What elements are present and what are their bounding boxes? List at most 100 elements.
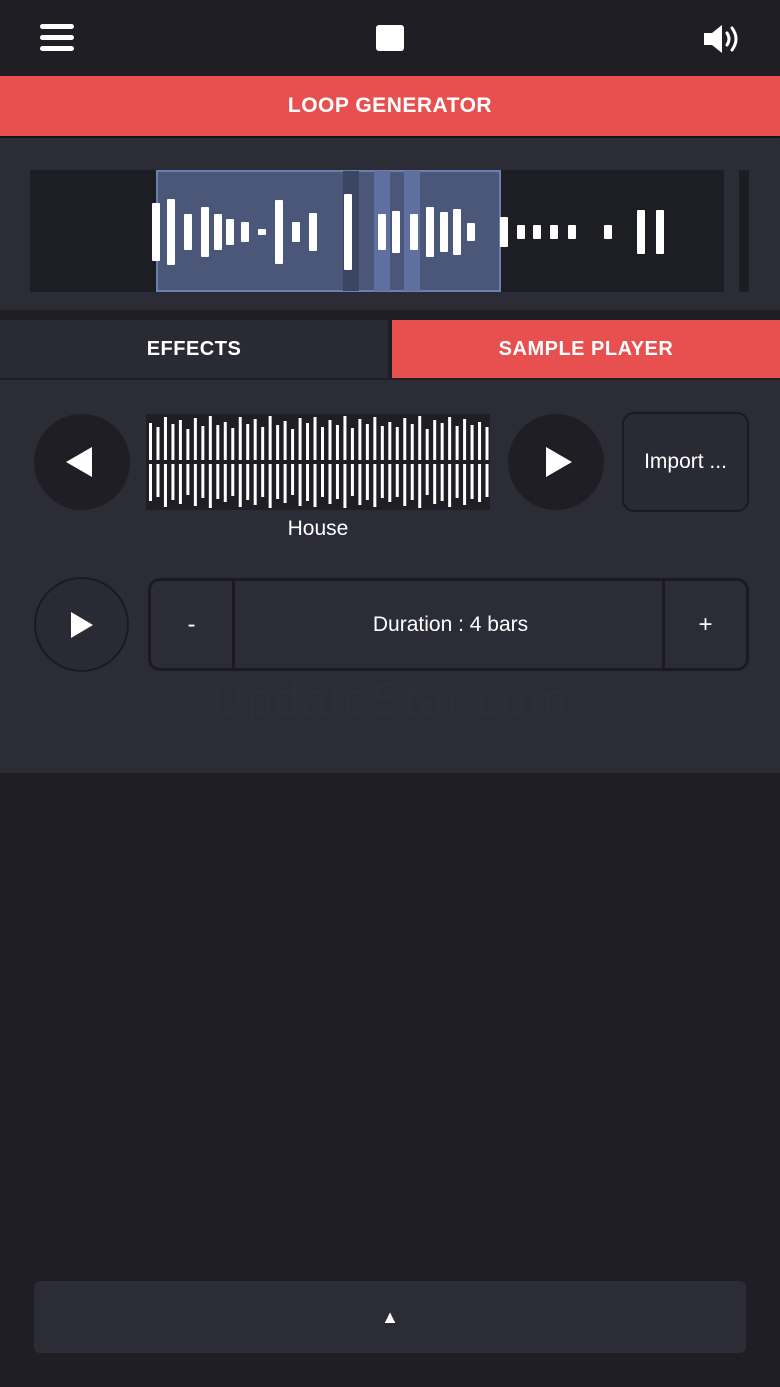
sample-wave-bar [201,426,205,460]
overview-bar [453,209,461,255]
expand-arrow-icon: ▲ [381,1306,399,1327]
header-title: LOOP GENERATOR [287,94,493,117]
sample-wave-bar [291,429,295,460]
sample-wave-bar [313,417,317,460]
sample-wave-bar [208,416,212,460]
overview-bar [184,214,192,250]
sample-wave-bar [223,464,227,502]
sample-wave-bar [448,417,452,460]
sample-wave-bar [433,464,437,504]
import-button[interactable]: Import ... [622,412,749,512]
watermark: UpdateStar.com [211,673,569,725]
sample-wave-bar [298,418,302,460]
sample-wave-bar [163,464,167,507]
sample-name: House [287,517,349,540]
next-sample-button[interactable] [508,414,604,510]
hamburger-menu-icon[interactable] [40,24,74,52]
sample-wave-bar [186,464,190,495]
sample-wave-bar [216,464,220,499]
sample-wave-bar [350,464,354,496]
sample-wave-bar [149,464,152,501]
sample-wave-bar [350,428,354,460]
sample-wave-bar [171,464,175,500]
sample-wave-bar [246,424,250,460]
sample-wave-bar [313,464,317,507]
overview-bar [392,211,400,253]
sample-wave-bar [388,422,392,460]
sample-wave-bar [253,464,257,505]
sample-wave-bar [223,422,227,460]
tab-sample-player[interactable]: SAMPLE PLAYER [392,320,780,378]
overview-bar [241,222,249,242]
sample-wave-bar [238,417,242,460]
loop-overview [0,138,780,310]
sample-wave-bar [478,464,482,502]
sample-wave-bar [470,425,474,460]
sample-wave-bar [298,464,302,506]
duration-label: Duration : 4 bars [372,612,529,636]
overview-bar [440,212,448,252]
sample-wave-bar [328,464,332,504]
sample-wave-bar [328,420,332,460]
sample-wave-bar [253,419,257,460]
sample-wave-bar [373,464,377,507]
sample-wave-bar [306,423,310,460]
duration-plus-label: + [698,610,713,638]
overview-bar [378,214,386,250]
sample-wave-bar [193,464,197,506]
overview-bar [604,225,612,239]
sample-wave-bar [485,427,489,460]
duration-increase-button[interactable]: + [662,581,746,668]
overview-bar [258,229,266,235]
sample-wave-bar [410,424,414,460]
overview-bar [533,225,541,239]
sample-wave-bar [463,419,467,460]
sample-wave-bar [306,464,310,501]
sample-wave-bar [268,416,272,460]
speaker-volume-icon[interactable] [702,22,744,56]
overview-waveform[interactable] [0,138,780,310]
sample-wave-bar [425,464,429,495]
sample-wave-bar [321,464,324,497]
sample-wave-bar [440,464,444,501]
sample-wave-bar [276,464,280,499]
sample-wave-bar [291,464,295,495]
play-sample-button[interactable] [34,577,129,672]
duration-minus-label: - [187,610,196,638]
duration-stepper: - Duration : 4 bars + [148,578,749,671]
overview-bar [201,207,209,257]
sample-wave-bar [178,464,182,504]
sample-wave-bar [149,423,152,460]
overview-bar [410,214,418,250]
overview-bar [226,219,234,245]
previous-sample-button[interactable] [34,414,130,510]
sample-player-panel: House Import ... - Duration : 4 bars + U… [0,380,780,773]
sample-wave-bar [283,421,287,460]
sample-wave-bar [365,424,369,460]
import-label: Import ... [644,450,727,473]
loop-generator-header: LOOP GENERATOR [0,76,780,136]
expand-drawer-button[interactable]: ▲ [34,1281,746,1353]
sample-waveform [146,414,490,510]
sample-wave-bar [425,429,429,460]
sample-wave-bar [231,428,235,460]
sample-wave-bar [171,424,175,460]
sample-wave-bar [485,464,489,497]
sample-wave-bar [163,417,167,460]
sample-wave-bar [440,423,444,460]
sample-wave-bar [283,464,287,503]
duration-decrease-button[interactable]: - [151,581,235,668]
overview-bar [656,210,664,254]
overview-bar [344,194,352,270]
tab-effects[interactable]: EFFECTS [0,320,388,378]
sample-wave-bar [403,418,407,460]
tab-bar: EFFECTS SAMPLE PLAYER [0,320,780,378]
stop-icon[interactable] [376,25,404,51]
sample-wave-bar [156,427,160,460]
sample-wave-bar [178,420,182,460]
triangle-right-icon [546,447,572,477]
sample-wave-bar [193,418,197,460]
play-triangle-icon [71,612,93,638]
overview-bar [426,207,434,257]
sample-wave-bar [395,464,399,497]
